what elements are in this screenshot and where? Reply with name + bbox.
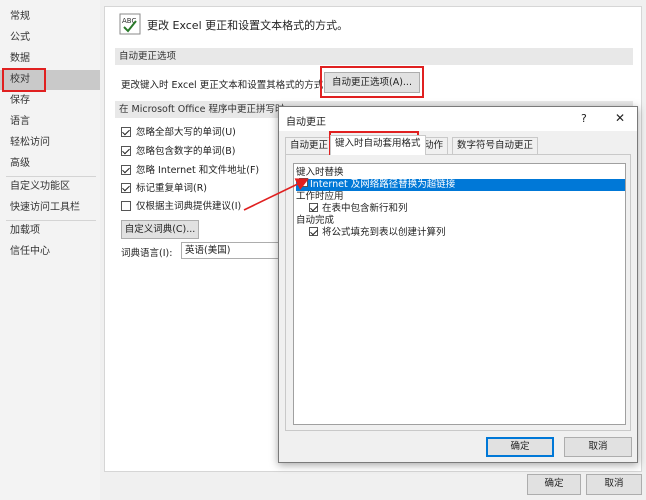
options-ok-button[interactable]: 确定 [527,474,581,495]
tab-autoformat-as-you-type[interactable]: 键入时自动套用格式 [330,135,426,155]
options-cancel-button[interactable]: 取消 [586,474,642,495]
annotation-arrow-icon [243,178,309,211]
